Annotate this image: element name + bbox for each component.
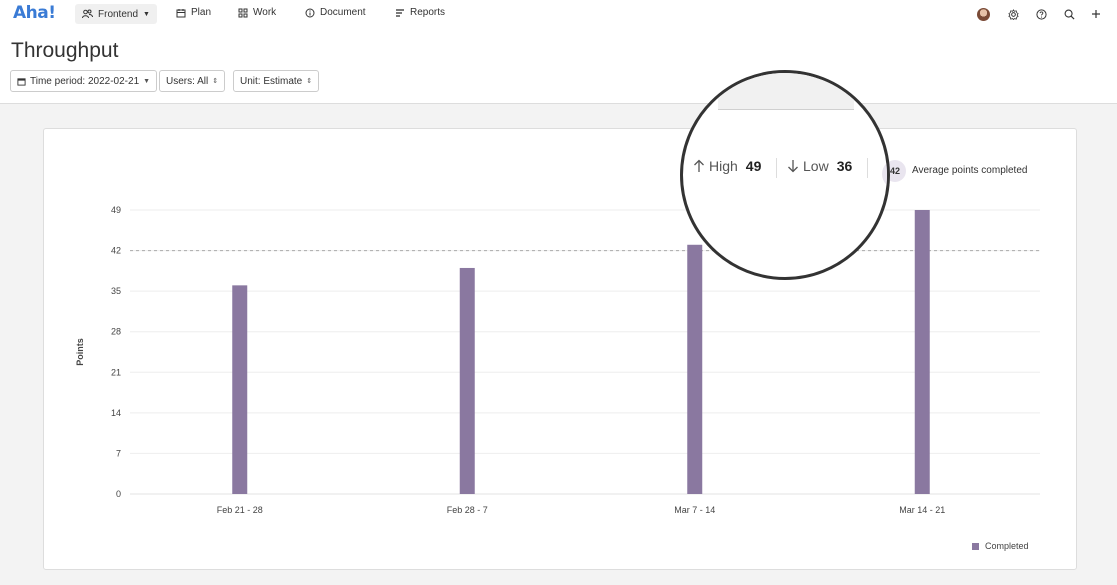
y-tick-label: 35 <box>111 286 121 296</box>
y-tick-label: 49 <box>111 205 121 215</box>
y-tick-label: 14 <box>111 408 121 418</box>
bar <box>687 244 703 494</box>
throughput-chart: 0 7 14 21 28 35 42 49 Feb 21 - 28 Feb 28 - 7 Mar 7… <box>75 205 1040 515</box>
average-label: Average points completed <box>912 165 1028 176</box>
y-tick-label: 21 <box>111 367 121 377</box>
y-tick-label: 28 <box>111 327 121 337</box>
low-stat: Low 36 <box>787 158 852 174</box>
x-tick-label: Feb 28 - 7 <box>447 505 488 515</box>
low-value: 36 <box>836 158 853 174</box>
x-tick-label: Mar 7 - 14 <box>674 505 715 515</box>
high-value: 49 <box>745 158 762 174</box>
x-tick-label: Mar 14 - 21 <box>899 505 945 515</box>
bar <box>914 210 930 494</box>
average-badge-magnified: 42 <box>882 159 887 189</box>
legend-label: Completed <box>985 541 1029 551</box>
y-axis-label: Points <box>75 338 85 366</box>
arrow-down-icon <box>788 160 798 173</box>
divider <box>867 158 868 178</box>
y-tick-label: 0 <box>116 489 121 499</box>
bar <box>459 267 475 494</box>
arrow-up-icon <box>694 159 704 172</box>
x-tick-label: Feb 21 - 28 <box>217 505 263 515</box>
high-stat: High 49 <box>693 158 761 174</box>
magnifier-top-band <box>718 73 854 110</box>
y-tick-label: 42 <box>111 246 121 256</box>
legend-swatch <box>972 542 979 550</box>
divider <box>776 158 777 178</box>
magnifier-callout: High 49 Low 36 42 <box>680 70 890 280</box>
bar <box>232 285 248 494</box>
chart-legend[interactable]: Completed <box>972 541 1029 551</box>
low-label: Low <box>803 158 829 174</box>
high-label: High <box>709 158 738 174</box>
y-tick-label: 7 <box>116 448 121 458</box>
